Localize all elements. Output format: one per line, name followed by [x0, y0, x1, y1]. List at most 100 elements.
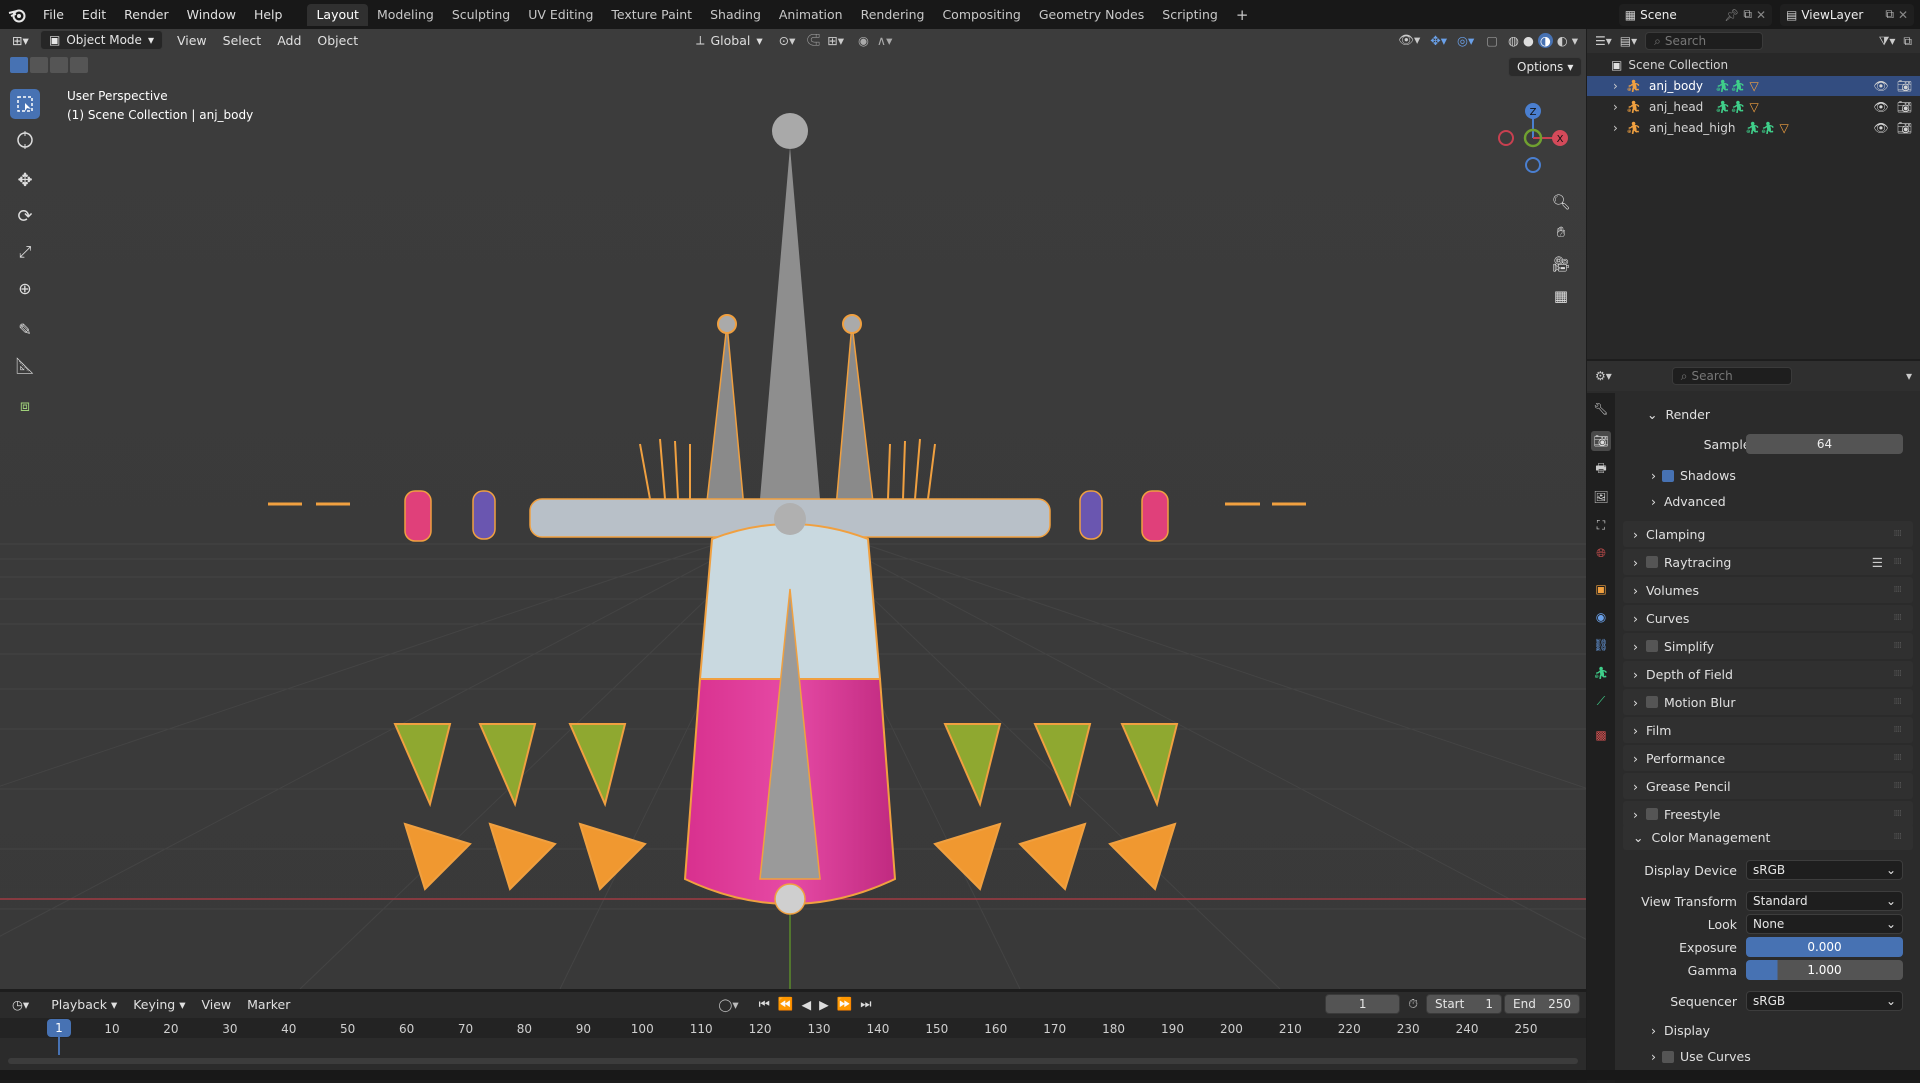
timeline-editor-icon[interactable]: ◷▾	[12, 997, 29, 1012]
panel-depth-of-field[interactable]: › Depth of Field ⁞⁞⁞⁞	[1623, 661, 1913, 687]
pin-icon[interactable]: 📌︎	[1724, 8, 1739, 22]
expand-arrow-icon[interactable]: ›	[1613, 79, 1618, 93]
outliner-item-anj-head-high[interactable]: › ⛹︎ anj_head_high ⛹︎⛹︎ ▽ 👁︎ 📷︎	[1587, 118, 1920, 138]
panel-film[interactable]: › Film ⁞⁞⁞⁞	[1623, 717, 1913, 743]
world-tab-icon[interactable]: 🌐︎	[1591, 543, 1611, 563]
menu-help[interactable]: Help	[245, 0, 292, 29]
tab-texture-paint[interactable]: Texture Paint	[602, 4, 701, 26]
view-layer-selector[interactable]: ▤ ViewLayer ⧉ ✕	[1780, 3, 1914, 26]
current-frame-field[interactable]: 1	[1325, 994, 1401, 1014]
blender-logo-icon[interactable]	[0, 7, 34, 23]
new-scene-icon[interactable]: ⧉	[1743, 7, 1752, 22]
tab-compositing[interactable]: Compositing	[933, 4, 1029, 26]
play-reverse-icon[interactable]: ◀	[801, 997, 811, 1012]
use-curves-subpanel[interactable]: › Use Curves	[1651, 1049, 1751, 1064]
panel-enable-checkbox[interactable]	[1646, 556, 1658, 568]
playhead[interactable]: 1	[47, 1019, 71, 1037]
navigation-gizmo[interactable]: Z X	[1488, 93, 1578, 183]
falloff-icon[interactable]: ∧▾	[877, 33, 892, 48]
menu-view[interactable]: View	[169, 33, 215, 48]
options-dropdown[interactable]: Options ▾	[1508, 57, 1583, 77]
zoom-icon[interactable]: 🔍︎	[1548, 189, 1574, 215]
annotate-tool[interactable]: ✎	[10, 314, 40, 344]
shadows-subpanel[interactable]: › Shadows	[1651, 468, 1736, 483]
xray-toggle-icon[interactable]: ▢	[1486, 33, 1498, 48]
panel-enable-checkbox[interactable]	[1646, 696, 1658, 708]
filter-icon[interactable]: ⧩▾	[1879, 34, 1896, 49]
record-icon[interactable]: ◯▾	[718, 997, 738, 1012]
wireframe-shading-icon[interactable]: ◍	[1508, 33, 1519, 48]
scale-tool[interactable]: ⤢	[10, 237, 40, 267]
cursor-tool[interactable]	[10, 125, 40, 155]
look-dropdown[interactable]: None ⌄	[1746, 914, 1903, 934]
panel-clamping[interactable]: › Clamping ⁞⁞⁞⁞	[1623, 521, 1913, 547]
panel-volumes[interactable]: › Volumes ⁞⁞⁞⁞	[1623, 577, 1913, 603]
view-layer-tab-icon[interactable]: 🖼︎	[1591, 487, 1611, 507]
next-keyframe-icon[interactable]: ⏩	[837, 996, 853, 1012]
tab-scripting[interactable]: Scripting	[1153, 4, 1227, 26]
material-shading-icon[interactable]: ◑	[1537, 32, 1553, 48]
pivot-icon[interactable]: ⊙▾	[779, 33, 796, 48]
orientation-dropdown[interactable]: ⟂ Global ▾	[696, 32, 763, 48]
new-view-layer-icon[interactable]: ⧉	[1885, 7, 1894, 22]
menu-keying[interactable]: Keying ▾	[125, 997, 193, 1012]
snap-target-icon[interactable]: ⊞▾	[827, 33, 844, 48]
select-new-icon[interactable]	[10, 57, 28, 73]
start-frame-field[interactable]: Start 1	[1426, 994, 1502, 1014]
menu-file[interactable]: File	[34, 0, 73, 29]
drag-handle-icon[interactable]: ⁞⁞⁞⁞	[1894, 753, 1903, 763]
render-camera-icon[interactable]: 📷︎	[1897, 79, 1912, 93]
panel-simplify[interactable]: › Simplify ⁞⁞⁞⁞	[1623, 633, 1913, 659]
panel-raytracing[interactable]: › Raytracing ☰ ⁞⁞⁞⁞	[1623, 549, 1913, 575]
sequencer-dropdown[interactable]: sRGB ⌄	[1746, 991, 1903, 1011]
drag-handle-icon[interactable]: ⁞⁞⁞⁞	[1894, 781, 1903, 791]
play-icon[interactable]: ▶	[819, 997, 829, 1012]
menu-window[interactable]: Window	[178, 0, 245, 29]
select-subtract-icon[interactable]	[50, 57, 68, 73]
timeline-scrollbar[interactable]	[8, 1058, 1578, 1064]
clock-icon[interactable]: ⏱︎	[1408, 996, 1418, 1012]
new-collection-icon[interactable]: ⧉	[1903, 34, 1912, 49]
drag-handle-icon[interactable]: ⁞⁞⁞⁞	[1894, 613, 1903, 623]
prev-keyframe-icon[interactable]: ⏪	[778, 996, 794, 1012]
select-extend-icon[interactable]	[30, 57, 48, 73]
move-tool[interactable]: ✥	[10, 165, 40, 195]
select-box-tool[interactable]	[10, 89, 40, 119]
delete-scene-icon[interactable]: ✕	[1756, 8, 1766, 22]
expand-arrow-icon[interactable]: ›	[1613, 121, 1618, 135]
drag-handle-icon[interactable]: ⁞⁞⁞⁞	[1894, 725, 1903, 735]
tab-geometry-nodes[interactable]: Geometry Nodes	[1030, 4, 1153, 26]
jump-start-icon[interactable]: ⏮	[759, 996, 770, 1012]
menu-playback[interactable]: Playback ▾	[43, 997, 125, 1012]
menu-add[interactable]: Add	[269, 33, 309, 48]
drag-handle-icon[interactable]: ⁞⁞⁞⁞	[1894, 557, 1903, 567]
scene-selector[interactable]: ▦ Scene 📌︎ ⧉ ✕	[1618, 3, 1773, 26]
jump-end-icon[interactable]: ⏭	[860, 996, 871, 1012]
chevron-down-icon[interactable]: ▾	[1906, 369, 1912, 383]
mode-dropdown[interactable]: ▣ Object Mode ▾	[40, 30, 163, 50]
visibility-eye-icon[interactable]: 👁︎	[1874, 100, 1889, 114]
drag-handle-icon[interactable]: ⁞⁞⁞⁞	[1894, 641, 1903, 651]
render-tab-icon[interactable]: 📷︎	[1591, 431, 1611, 451]
outliner-item-anj-body[interactable]: › ⛹︎ anj_body ⛹︎⛹︎ ▽ 👁︎ 📷︎	[1587, 76, 1920, 96]
outliner-editor-icon[interactable]: ☰▾	[1595, 34, 1612, 48]
select-intersect-icon[interactable]	[70, 57, 88, 73]
expand-arrow-icon[interactable]: ›	[1613, 100, 1618, 114]
editor-type-button[interactable]: ⊞▾	[0, 33, 40, 48]
end-frame-field[interactable]: End 250	[1504, 994, 1580, 1014]
panel-enable-checkbox[interactable]	[1646, 808, 1658, 820]
menu-select[interactable]: Select	[215, 33, 270, 48]
panel-enable-checkbox[interactable]	[1646, 640, 1658, 652]
properties-editor-icon[interactable]: ⚙︎▾	[1595, 369, 1612, 383]
panel-curves[interactable]: › Curves ⁞⁞⁞⁞	[1623, 605, 1913, 631]
constraints-tab-icon[interactable]: ⛓︎	[1591, 635, 1611, 655]
tab-shading[interactable]: Shading	[701, 4, 770, 26]
shadows-checkbox[interactable]	[1662, 469, 1674, 482]
snap-icon[interactable]: 🧲︎	[805, 32, 821, 48]
use-curves-checkbox[interactable]	[1662, 1050, 1674, 1063]
delete-view-layer-icon[interactable]: ✕	[1898, 8, 1908, 22]
render-camera-icon[interactable]: 📷︎	[1897, 100, 1912, 114]
shading-options-icon[interactable]: ▾	[1572, 33, 1578, 48]
tab-rendering[interactable]: Rendering	[852, 4, 934, 26]
tab-uv-editing[interactable]: UV Editing	[519, 4, 602, 26]
